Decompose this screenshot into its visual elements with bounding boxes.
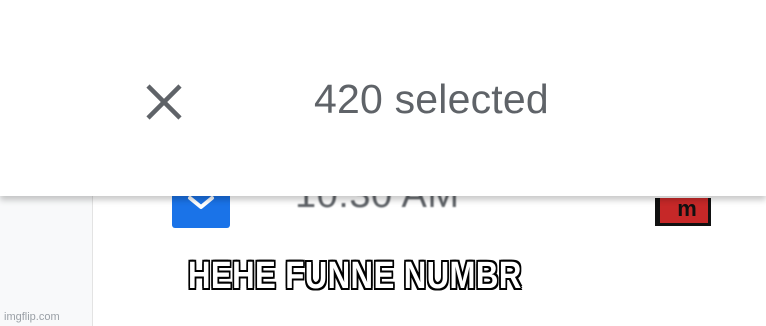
selection-header-bar: 420 selected <box>0 0 766 196</box>
left-navigation-rail <box>0 196 93 326</box>
selected-count-label: 420 selected <box>314 76 549 122</box>
close-icon <box>146 84 182 120</box>
row-badge: m <box>655 198 711 226</box>
message-row[interactable]: 10:30 AM m <box>92 174 766 256</box>
row-checkbox[interactable] <box>172 192 230 228</box>
watermark-text: imgflip.com <box>4 311 60 323</box>
meme-caption: HEHE FUNNE NUMBR <box>188 255 522 297</box>
close-selection-button[interactable] <box>136 74 192 130</box>
checkmark-icon <box>188 196 214 209</box>
